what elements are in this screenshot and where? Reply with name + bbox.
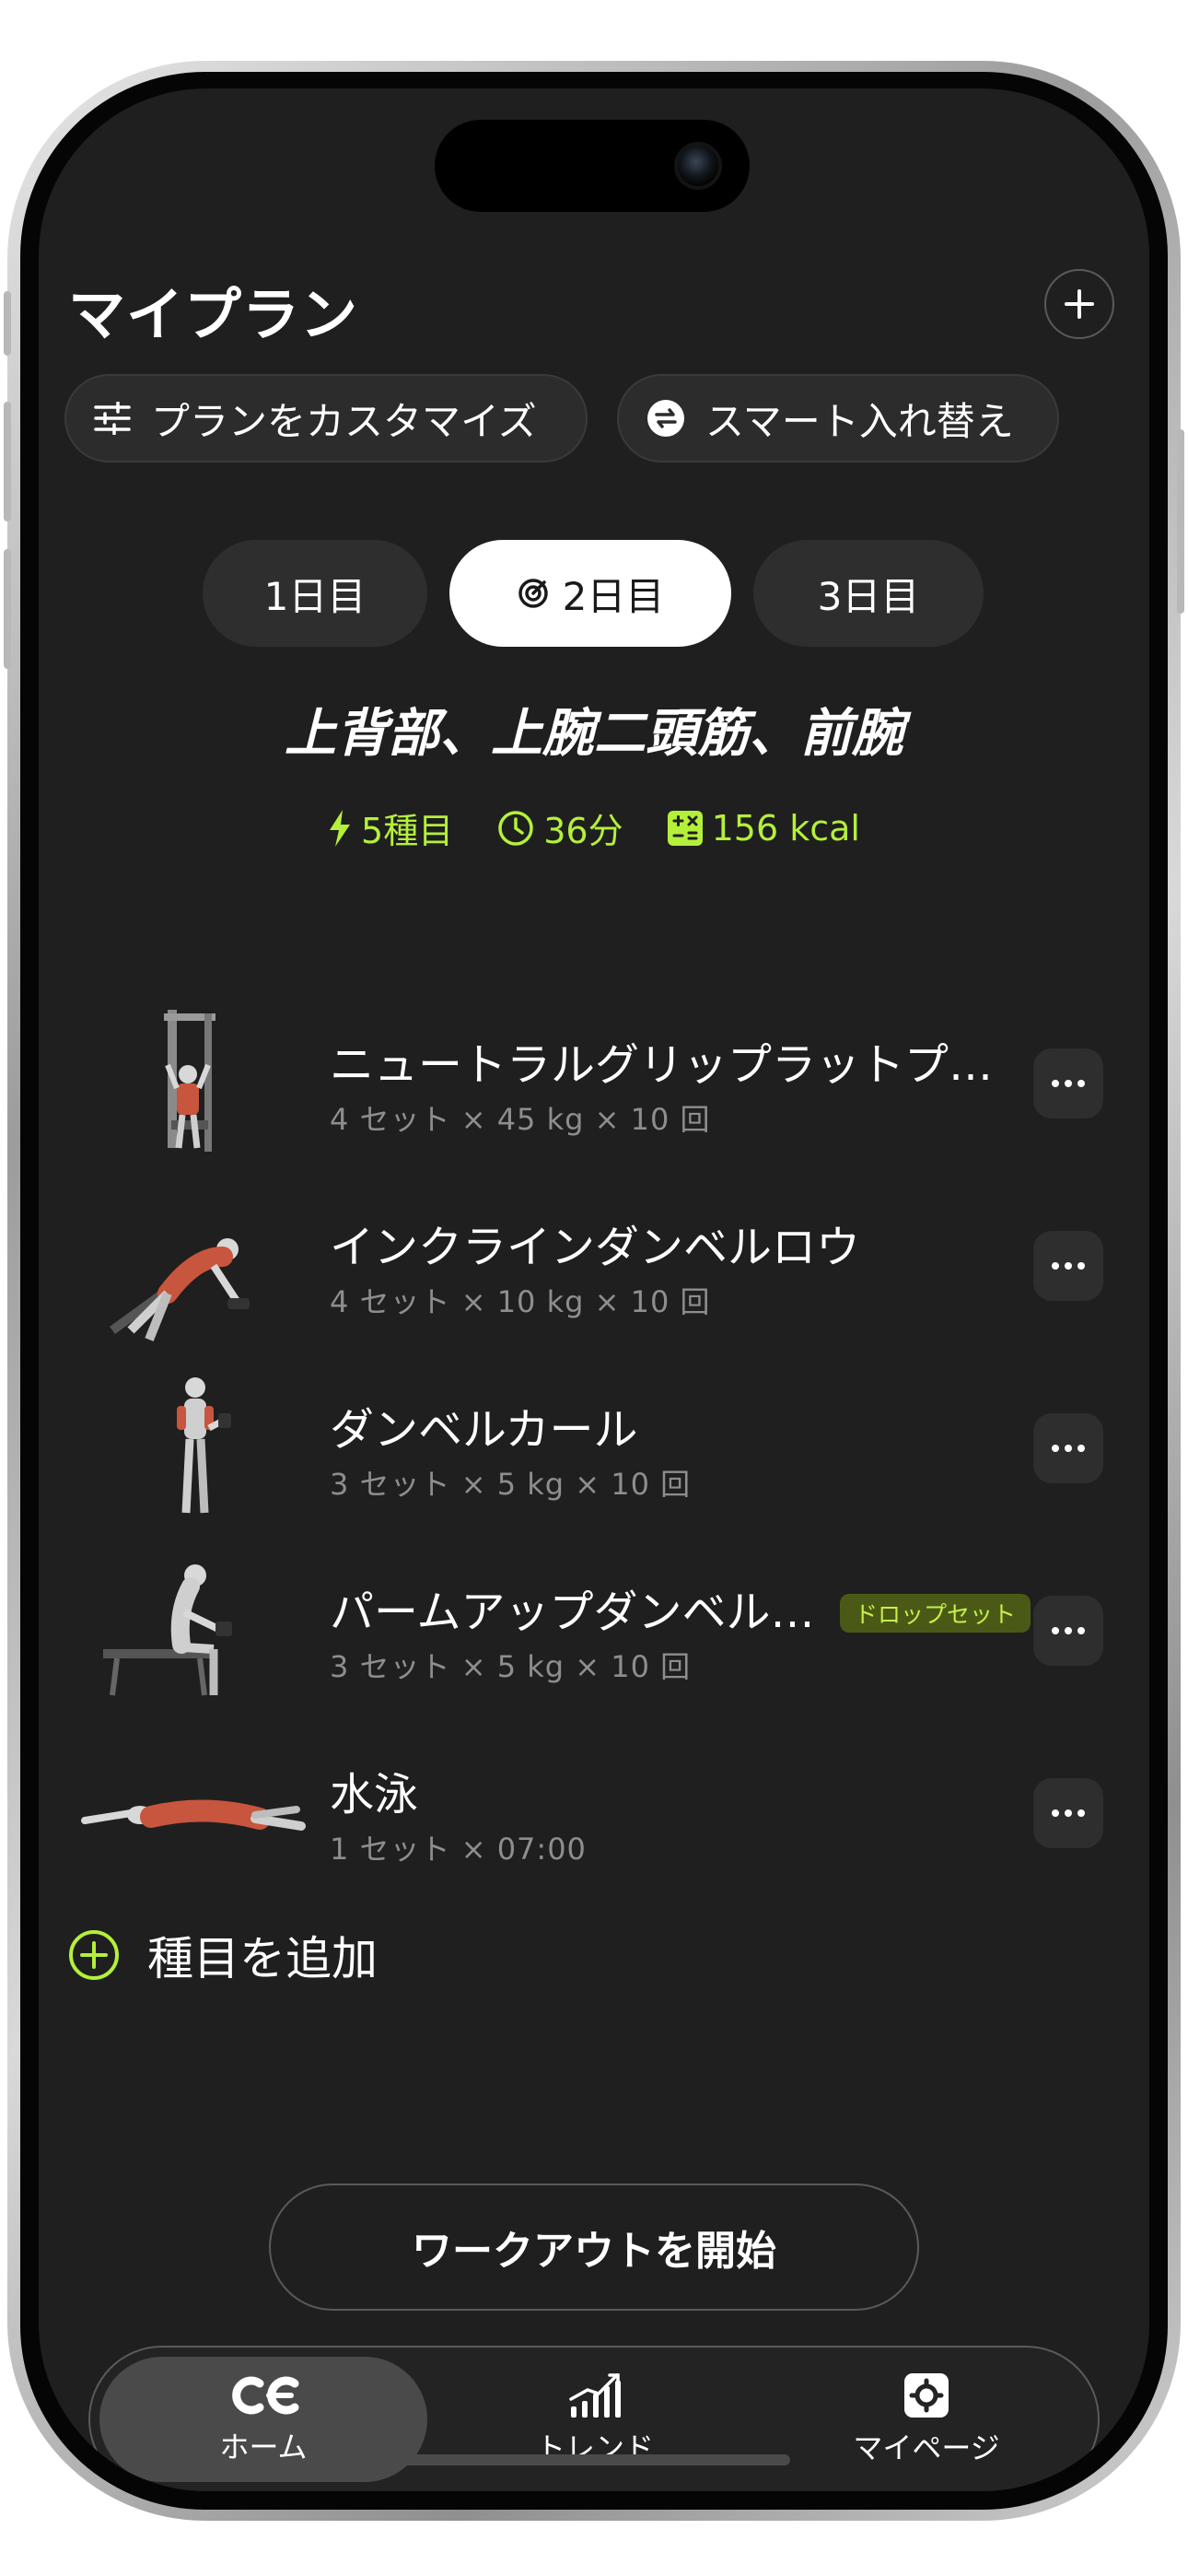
drop-set-badge: ドロップセット bbox=[840, 1594, 1031, 1633]
workout-stats: 5種目 36分 156 kcal bbox=[39, 802, 1149, 853]
tab-mypage[interactable]: マイページ bbox=[763, 2357, 1090, 2482]
tab-home-label: ホーム bbox=[219, 2430, 308, 2465]
add-exercise-label: 種目を追加 bbox=[147, 1932, 378, 1985]
exercise-count-stat: 5種目 bbox=[328, 802, 453, 853]
tab-home[interactable]: ホーム bbox=[99, 2357, 427, 2482]
customize-plan-button[interactable]: プランをカスタマイズ bbox=[64, 374, 588, 463]
more-dots-icon bbox=[1052, 1445, 1059, 1452]
trend-chart-icon bbox=[569, 2373, 621, 2418]
incline-row-figure-icon bbox=[110, 1238, 250, 1341]
more-dots-icon bbox=[1052, 1262, 1059, 1270]
exercise-row[interactable]: ダンベルカール 3 セット × 5 kg × 10 回 bbox=[39, 1365, 1149, 1540]
plus-icon bbox=[1065, 289, 1094, 319]
tab-day-1-label: 1日目 bbox=[263, 573, 367, 619]
workout-title: 上背部、上腕二頭筋、前腕 bbox=[285, 704, 903, 764]
camera-icon bbox=[678, 146, 718, 186]
exercise-detail: 1 セット × 07:00 bbox=[330, 1832, 587, 1867]
more-options-button[interactable] bbox=[1033, 1778, 1103, 1848]
more-options-button[interactable] bbox=[1033, 1048, 1103, 1118]
clock-icon bbox=[498, 810, 533, 846]
target-icon bbox=[518, 579, 548, 608]
more-options-button[interactable] bbox=[1033, 1231, 1103, 1301]
plus-circle-icon bbox=[69, 1930, 119, 1980]
exercise-row[interactable]: 水泳 1 セット × 07:00 bbox=[39, 1730, 1149, 1905]
exercise-name: パームアップダンベル… bbox=[330, 1587, 815, 1638]
more-dots-icon bbox=[1052, 1809, 1059, 1817]
swimming-figure-icon bbox=[81, 1799, 306, 1831]
exercise-row[interactable]: パームアップダンベル… ドロップセット 3 セット × 5 kg × 10 回 bbox=[39, 1548, 1149, 1723]
page-title: マイプラン bbox=[68, 281, 359, 348]
tab-day-2[interactable]: 2日目 bbox=[449, 540, 731, 647]
sliders-icon bbox=[94, 402, 131, 435]
tab-day-3-label: 3日目 bbox=[817, 573, 920, 619]
exercise-detail: 4 セット × 10 kg × 10 回 bbox=[330, 1284, 711, 1319]
app-screen: マイプラン プランをカスタマイズ スマート入れ替え 1日目 2日目 3日目 上背… bbox=[39, 88, 1149, 2491]
settings-icon bbox=[904, 2373, 949, 2418]
smart-swap-label: スマート入れ替え bbox=[705, 398, 1014, 444]
more-options-button[interactable] bbox=[1033, 1596, 1103, 1666]
start-workout-button[interactable]: ワークアウトを開始 bbox=[269, 2184, 919, 2311]
calories-stat: 156 kcal bbox=[667, 802, 860, 853]
exercise-detail: 3 セット × 5 kg × 10 回 bbox=[330, 1467, 692, 1502]
dynamic-island bbox=[435, 120, 750, 212]
more-dots-icon bbox=[1052, 1080, 1059, 1087]
tab-day-2-label: 2日目 bbox=[562, 573, 665, 619]
exercise-name: ダンベルカール bbox=[330, 1404, 638, 1456]
duration-stat: 36分 bbox=[497, 802, 623, 853]
exercise-detail: 4 セット × 45 kg × 10 回 bbox=[330, 1102, 711, 1137]
exercise-name: ニュートラルグリップラットプ… bbox=[330, 1039, 994, 1091]
wrist-curl-bench-figure-icon bbox=[103, 1564, 232, 1696]
exercise-row[interactable]: インクラインダンベルロウ 4 セット × 10 kg × 10 回 bbox=[39, 1183, 1149, 1358]
exercise-count: 5種目 bbox=[361, 811, 454, 851]
tab-day-1[interactable]: 1日目 bbox=[203, 540, 427, 647]
home-indicator bbox=[398, 2454, 790, 2465]
calculator-icon bbox=[667, 810, 703, 846]
start-workout-label: ワークアウトを開始 bbox=[412, 2228, 776, 2275]
home-logo-icon bbox=[232, 2376, 299, 2415]
exercise-name: 水泳 bbox=[330, 1769, 419, 1821]
lat-pulldown-machine-icon bbox=[164, 1010, 215, 1152]
swap-icon bbox=[647, 400, 684, 437]
exercise-name: インクラインダンベルロウ bbox=[330, 1222, 861, 1273]
more-options-button[interactable] bbox=[1033, 1413, 1103, 1483]
smart-swap-button[interactable]: スマート入れ替え bbox=[617, 374, 1059, 463]
exercise-row[interactable]: ニュートラルグリップラットプ… 4 セット × 45 kg × 10 回 bbox=[39, 1001, 1149, 1176]
add-plan-button[interactable] bbox=[1044, 269, 1114, 339]
calories: 156 kcal bbox=[711, 807, 860, 849]
add-exercise-button[interactable]: 種目を追加 bbox=[68, 1922, 378, 1988]
customize-plan-label: プランをカスタマイズ bbox=[151, 398, 537, 444]
tab-mypage-label: マイページ bbox=[853, 2430, 1000, 2465]
dumbbell-curl-figure-icon bbox=[177, 1377, 231, 1514]
exercise-detail: 3 セット × 5 kg × 10 回 bbox=[330, 1649, 692, 1684]
duration: 36分 bbox=[543, 811, 623, 851]
more-dots-icon bbox=[1052, 1627, 1059, 1634]
bottom-tab-bar: ホーム トレンド マイページ bbox=[88, 2346, 1100, 2491]
tab-day-3[interactable]: 3日目 bbox=[753, 540, 984, 647]
lightning-icon bbox=[330, 809, 351, 847]
